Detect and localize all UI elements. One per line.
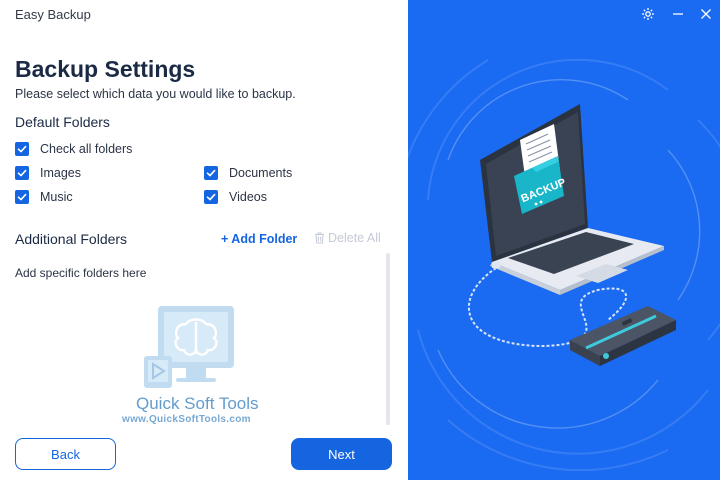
documents-label: Documents xyxy=(229,166,293,180)
settings-panel: Easy Backup Backup Settings Please selec… xyxy=(0,0,408,480)
illustration-panel: BACKUP xyxy=(408,0,720,480)
add-folder-button[interactable]: + Add Folder xyxy=(221,232,297,246)
close-icon[interactable] xyxy=(698,6,714,22)
back-button[interactable]: Back xyxy=(15,438,116,470)
images-checkbox[interactable]: Images xyxy=(15,166,81,180)
folders-list-placeholder: Add specific folders here xyxy=(15,266,147,280)
check-all-checkbox[interactable]: Check all folders xyxy=(15,142,132,156)
minimize-icon[interactable] xyxy=(670,6,686,22)
gear-icon[interactable] xyxy=(640,6,656,22)
watermark-url: www.QuickSoftTools.com xyxy=(122,414,251,425)
checkbox-checked-icon[interactable] xyxy=(15,142,29,156)
backup-illustration: BACKUP xyxy=(408,58,720,472)
trash-icon xyxy=(315,232,324,244)
folders-scrollbar-thumb[interactable] xyxy=(386,253,390,425)
music-checkbox[interactable]: Music xyxy=(15,190,73,204)
default-folders-title: Default Folders xyxy=(15,114,110,130)
documents-checkbox[interactable]: Documents xyxy=(204,166,292,180)
page-subtitle: Please select which data you would like … xyxy=(15,87,296,101)
delete-all-button[interactable]: Delete All xyxy=(314,231,381,245)
watermark-text: Quick Soft Tools xyxy=(136,394,259,413)
page-title: Backup Settings xyxy=(15,56,196,82)
check-all-label: Check all folders xyxy=(40,142,133,156)
checkbox-checked-icon[interactable] xyxy=(204,166,218,180)
checkbox-checked-icon[interactable] xyxy=(15,190,29,204)
delete-all-label: Delete All xyxy=(328,231,381,245)
checkbox-checked-icon[interactable] xyxy=(204,190,218,204)
music-label: Music xyxy=(40,190,73,204)
app-title: Easy Backup xyxy=(15,7,91,22)
additional-folders-title: Additional Folders xyxy=(15,231,128,247)
videos-label: Videos xyxy=(229,190,267,204)
images-label: Images xyxy=(40,166,81,180)
checkbox-checked-icon[interactable] xyxy=(15,166,29,180)
videos-checkbox[interactable]: Videos xyxy=(204,190,267,204)
next-button[interactable]: Next xyxy=(291,438,392,470)
add-folder-label: + Add Folder xyxy=(221,232,298,246)
